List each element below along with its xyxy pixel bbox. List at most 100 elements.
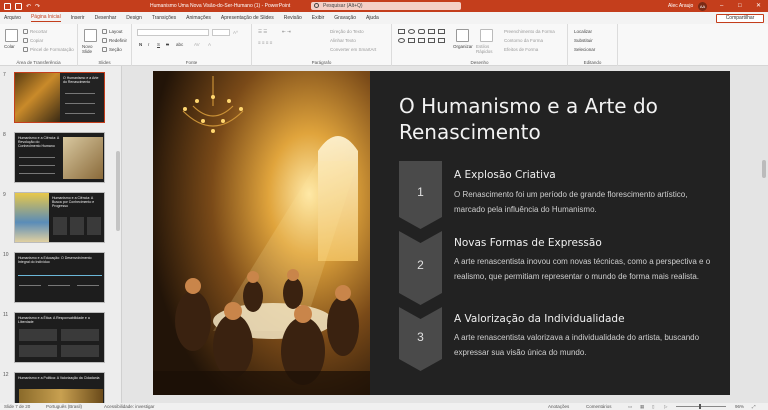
new-slide-button[interactable]: Novo Slide (82, 44, 102, 54)
redo-icon[interactable]: ↷ (35, 3, 40, 10)
share-button[interactable]: Compartilhar (716, 14, 764, 23)
format-painter-button[interactable]: Pincel de Formatação (30, 47, 74, 52)
slide-thumb-10[interactable]: Humanismo e a Educação: O Desenvolviment… (14, 252, 105, 303)
close-button[interactable]: ✕ (756, 3, 761, 9)
slides-panel[interactable]: 7 O Humanismo e a Arte do Renascimento 8… (0, 66, 122, 403)
rounded-rect-shape-icon[interactable] (418, 29, 425, 34)
select-button[interactable]: Selecionar (574, 47, 595, 52)
circle-shape-icon[interactable] (398, 38, 405, 43)
tab-gravacao[interactable]: Gravação (334, 15, 356, 21)
replace-button[interactable]: Substituir (574, 38, 593, 43)
tab-animacoes[interactable]: Animações (186, 15, 211, 21)
new-slide-icon[interactable] (84, 29, 97, 42)
thumb-timeline (18, 275, 102, 276)
tab-ajuda[interactable]: Ajuda (366, 15, 379, 21)
shape-fill-button[interactable]: Preenchimento da Forma (504, 29, 555, 34)
save-icon[interactable] (15, 2, 22, 10)
step-heading-2[interactable]: Novas Formas de Expressão (454, 237, 602, 249)
cut-button[interactable]: Recortar (30, 29, 47, 34)
notes-button[interactable]: Anotações (548, 404, 569, 409)
tab-transicoes[interactable]: Transições (152, 15, 176, 21)
layout-button[interactable]: Layout (109, 29, 123, 34)
fit-slide-icon[interactable]: ⤢ (752, 404, 756, 409)
zoom-level[interactable]: 96% (735, 404, 744, 409)
triangle-shape-icon[interactable] (408, 38, 415, 43)
quick-styles-icon[interactable] (480, 29, 493, 42)
bold-button[interactable]: N (139, 42, 142, 47)
user-name[interactable]: Alec Araujo (668, 3, 693, 9)
comments-button[interactable]: Comentários (586, 404, 612, 409)
underline-button[interactable]: S (157, 42, 160, 47)
line-shape-icon[interactable] (418, 38, 425, 43)
section-button[interactable]: Seção (109, 47, 122, 52)
tab-design[interactable]: Design (126, 15, 142, 21)
align-text-button[interactable]: Alinhar Texto (330, 38, 356, 43)
char-spacing-icon[interactable]: AV (194, 42, 200, 47)
organize-icon[interactable] (456, 29, 469, 42)
rectangle-shape-icon[interactable] (398, 29, 405, 34)
slide-title[interactable]: O Humanismo e a Arte do Renascimento (399, 93, 719, 145)
grow-font-icon[interactable]: A^ (233, 30, 238, 35)
panel-scrollbar[interactable] (116, 151, 120, 231)
star-shape-icon[interactable] (428, 38, 435, 43)
autosave-icon[interactable] (4, 2, 11, 10)
align-icons[interactable]: ≡ ≡ ≡ ≡ (258, 40, 272, 45)
textbox-shape-icon[interactable] (428, 29, 435, 34)
tab-apresentacao[interactable]: Apresentação de Slides (221, 15, 274, 21)
italic-button[interactable]: I (148, 42, 149, 47)
font-size-select[interactable] (212, 29, 230, 36)
smartart-button[interactable]: Converter em SmartArt (330, 47, 376, 52)
step-heading-1[interactable]: A Explosão Criativa (454, 169, 556, 181)
tab-arquivo[interactable]: Arquivo (4, 15, 21, 21)
canvas-scrollbar[interactable] (762, 160, 766, 178)
tab-revisao[interactable]: Revisão (284, 15, 302, 21)
tab-exibir[interactable]: Exibir (312, 15, 325, 21)
slide-thumb-11[interactable]: Humanismo e a Ética: A Responsabilidade … (14, 312, 105, 363)
zoom-slider-thumb[interactable] (699, 404, 701, 409)
slide-thumb-7[interactable]: O Humanismo e a Arte do Renascimento (14, 72, 105, 123)
tab-pagina-inicial[interactable]: Página Inicial (30, 14, 61, 22)
step-heading-3[interactable]: A Valorização da Individualidade (454, 313, 625, 325)
slideshow-view-icon[interactable]: ▷ (664, 404, 667, 410)
sorter-view-icon[interactable]: ▦ (640, 404, 644, 410)
step-body-3[interactable]: A arte renascentista valorizava a indivi… (454, 330, 714, 360)
slide-counter: Slide 7 de 20 (4, 404, 31, 409)
copy-button[interactable]: Copiar (30, 38, 43, 43)
find-button[interactable]: Localizar (574, 29, 592, 34)
current-slide[interactable]: O Humanismo e a Arte do Renascimento 1 A… (153, 71, 730, 395)
zoom-slider[interactable] (676, 406, 726, 407)
accessibility-indicator[interactable]: Acessibilidade: investigar (104, 404, 155, 409)
tab-inserir[interactable]: Inserir (71, 15, 85, 21)
slide-thumb-12[interactable]: Humanismo e a Política: A Valorização da… (14, 372, 105, 403)
step-body-1[interactable]: O Renascimento foi um período de grande … (454, 187, 714, 217)
step-body-2[interactable]: A arte renascentista inovou com novas té… (454, 254, 714, 284)
text-direction-button[interactable]: Direção do Texto (330, 29, 364, 34)
paste-icon[interactable] (5, 29, 18, 42)
brace-shape-icon[interactable] (438, 38, 445, 43)
font-family-select[interactable] (137, 29, 209, 36)
minimize-button[interactable]: – (720, 3, 723, 9)
tab-desenhar[interactable]: Desenhar (95, 15, 117, 21)
normal-view-icon[interactable]: ▭ (628, 404, 632, 410)
shape-outline-button[interactable]: Contorno da Forma (504, 38, 543, 43)
maximize-button[interactable]: □ (738, 3, 742, 9)
font-color-icon[interactable]: A (208, 42, 211, 47)
organize-button[interactable]: Organizar (453, 44, 473, 49)
undo-icon[interactable]: ↶ (26, 3, 31, 10)
avatar[interactable]: AA (698, 1, 707, 11)
language-indicator[interactable]: Português (Brasil) (46, 404, 82, 409)
oval-shape-icon[interactable] (408, 29, 415, 34)
quick-styles-button[interactable]: Estilos Rápidos (476, 44, 498, 54)
reading-view-icon[interactable]: ▯ (652, 404, 654, 410)
shape-effects-button[interactable]: Efeitos de Forma (504, 47, 538, 52)
indent-icon[interactable]: ⇤ ⇥ (282, 29, 291, 35)
search-box[interactable]: Pesquisar (Alt+Q) (311, 2, 461, 10)
shadow-button[interactable]: abc (176, 42, 183, 47)
reset-button[interactable]: Redefinir (109, 38, 127, 43)
paste-button[interactable]: Colar (4, 44, 15, 49)
slide-thumb-8[interactable]: Humanismo e a Ciência: A Revolução do Co… (14, 132, 105, 183)
arrow-shape-icon[interactable] (438, 29, 445, 34)
slide-thumb-9[interactable]: Humanismo e a Ciência: A Busca por Conhe… (14, 192, 105, 243)
strikethrough-button[interactable]: S (166, 42, 169, 47)
bullets-icon[interactable]: ☰ ☰ (258, 29, 267, 35)
